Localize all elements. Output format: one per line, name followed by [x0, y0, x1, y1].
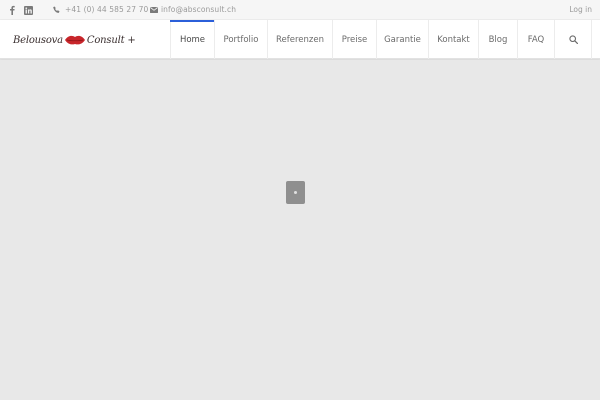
phone-icon	[51, 4, 63, 16]
phone-number[interactable]: +41 (0) 44 585 27 70	[65, 5, 148, 14]
nav-item-home[interactable]: Home	[170, 20, 214, 59]
main-navigation: Home Portfolio Referenzen Preise Garanti…	[170, 20, 592, 59]
mail-icon	[148, 4, 160, 16]
nav-item-faq[interactable]: FAQ	[517, 20, 554, 59]
nav-item-portfolio[interactable]: Portfolio	[214, 20, 267, 59]
search-icon	[568, 35, 578, 44]
top-utility-bar: +41 (0) 44 585 27 70 info@absconsult.ch …	[0, 0, 600, 20]
nav-item-garantie[interactable]: Garantie	[376, 20, 428, 59]
site-header: Belousova Consult + Home Portfolio Refer…	[0, 20, 600, 59]
main-content	[0, 60, 600, 400]
nav-item-referenzen[interactable]: Referenzen	[267, 20, 332, 59]
lips-logo-icon	[64, 35, 85, 45]
facebook-icon[interactable]	[6, 4, 18, 16]
logo-text-first: Belousova	[13, 34, 63, 46]
logo-text-second: Consult +	[86, 34, 136, 46]
site-logo[interactable]: Belousova Consult +	[13, 31, 136, 49]
loading-dot	[294, 191, 297, 194]
nav-item-blog[interactable]: Blog	[478, 20, 517, 59]
nav-search-button[interactable]	[554, 20, 592, 59]
nav-item-kontakt[interactable]: Kontakt	[428, 20, 478, 59]
nav-item-preise[interactable]: Preise	[332, 20, 376, 59]
linkedin-icon[interactable]	[22, 4, 34, 16]
login-link[interactable]: Log in	[569, 5, 592, 14]
email-link[interactable]: info@absconsult.ch	[161, 5, 236, 14]
loading-spinner	[286, 181, 305, 204]
